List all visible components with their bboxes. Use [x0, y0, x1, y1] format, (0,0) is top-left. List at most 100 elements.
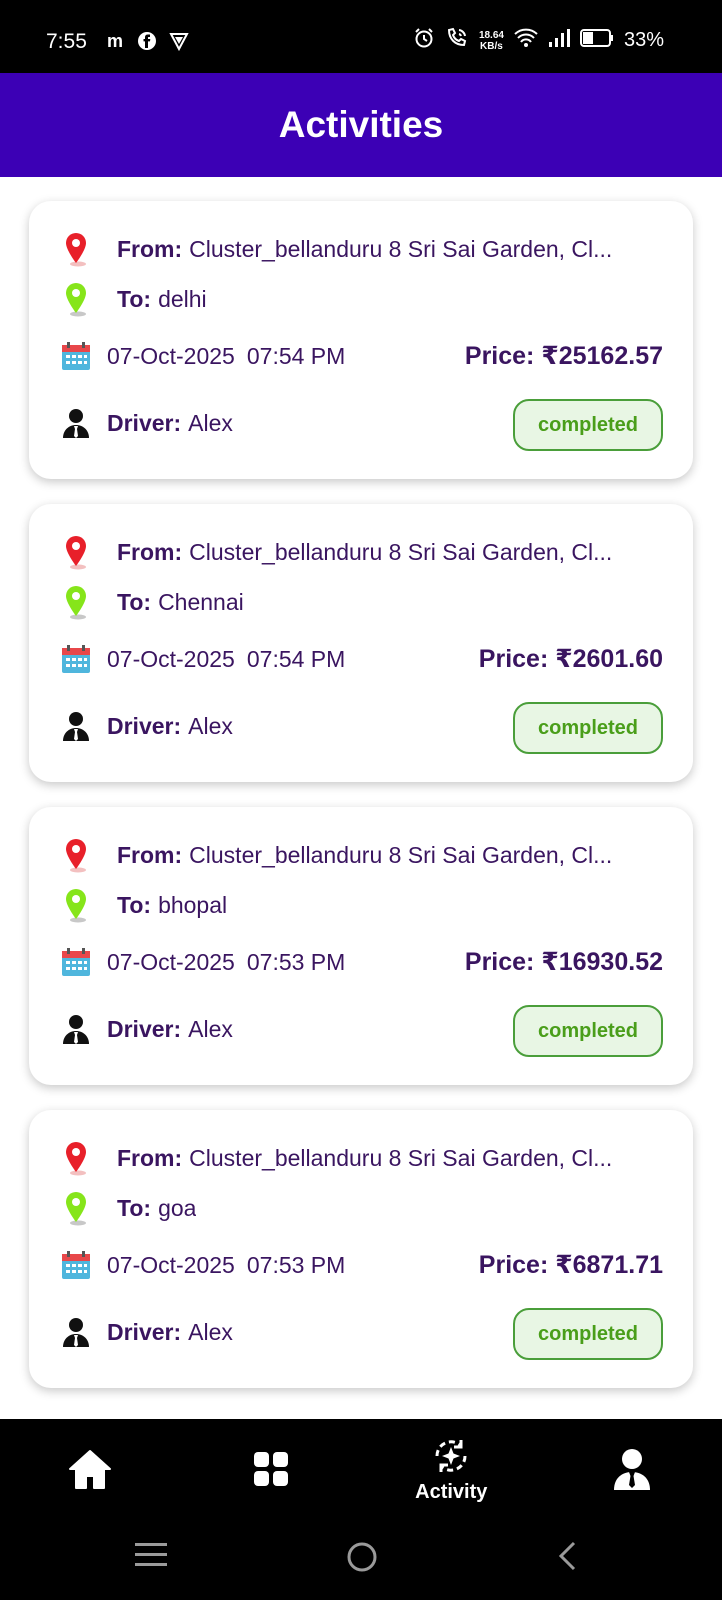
network-speed-unit: KB/s [480, 40, 503, 52]
pickup-pin-icon [66, 1142, 86, 1176]
to-destination: delhi [158, 285, 207, 312]
activity-list[interactable]: From: Cluster_bellanduru 8 Sri Sai Garde… [0, 177, 722, 1419]
from-label: From: [117, 235, 183, 262]
activity-card[interactable]: From: Cluster_bellanduru 8 Sri Sai Garde… [29, 807, 693, 1085]
driver-row: Driver: Alex [61, 1316, 233, 1348]
nav-home[interactable] [0, 1419, 181, 1519]
driver-label: Driver: [107, 409, 182, 436]
driver-name: Alex [188, 1015, 233, 1042]
from-row: From: Cluster_bellanduru 8 Sri Sai Garde… [61, 231, 661, 267]
grid-icon [253, 1452, 288, 1486]
pickup-pin-icon [66, 233, 86, 267]
activity-date: 07-Oct-2025 [107, 645, 235, 672]
to-row: To: delhi [61, 281, 207, 317]
price-label: Price: [464, 342, 535, 370]
home-icon [69, 1450, 112, 1489]
m-app-icon: m [106, 30, 123, 51]
driver-label: Driver: [107, 712, 182, 739]
date-row: 07-Oct-2025 07:53 PM [61, 1250, 345, 1280]
nav-activity[interactable]: Activity [361, 1419, 542, 1519]
battery-icon [579, 29, 614, 52]
price-value: ₹25162.57 [541, 342, 663, 370]
from-label: From: [117, 538, 183, 565]
activity-date: 07-Oct-2025 [107, 342, 235, 369]
status-bar: 7:55 m 18.64 KB/s 33% [0, 0, 722, 73]
activity-card[interactable]: From: Cluster_bellanduru 8 Sri Sai Garde… [29, 1110, 693, 1388]
price-value: ₹2601.60 [555, 645, 663, 673]
price-value: ₹6871.71 [555, 1251, 663, 1279]
from-address: Cluster_bellanduru 8 Sri Sai Garden, Cl.… [189, 1144, 613, 1171]
to-destination: Chennai [158, 588, 244, 615]
date-row: 07-Oct-2025 07:53 PM [61, 947, 345, 977]
price: Price: ₹25162.57 [465, 341, 663, 371]
to-row: To: Chennai [61, 584, 244, 620]
system-status-icons: 18.64 KB/s 33% [413, 27, 664, 54]
driver-name: Alex [188, 712, 233, 739]
to-label: To: [117, 285, 152, 312]
nav-activity-label: Activity [415, 1480, 488, 1503]
activity-card[interactable]: From: Cluster_bellanduru 8 Sri Sai Garde… [29, 504, 693, 782]
activity-card[interactable]: From: Cluster_bellanduru 8 Sri Sai Garde… [29, 201, 693, 479]
back-icon[interactable] [556, 1541, 578, 1571]
to-label: To: [117, 891, 152, 918]
to-row: To: goa [61, 1190, 196, 1226]
date-row: 07-Oct-2025 07:54 PM [61, 644, 345, 674]
activity-date: 07-Oct-2025 [107, 1251, 235, 1278]
from-row: From: Cluster_bellanduru 8 Sri Sai Garde… [61, 1140, 661, 1176]
driver-label: Driver: [107, 1015, 182, 1042]
facebook-icon [136, 30, 158, 52]
recents-icon[interactable] [134, 1541, 168, 1569]
pickup-pin-icon [66, 536, 86, 570]
to-destination: goa [158, 1194, 197, 1221]
from-address: Cluster_bellanduru 8 Sri Sai Garden, Cl.… [189, 841, 613, 868]
price-label: Price: [464, 948, 535, 976]
to-row: To: bhopal [61, 887, 227, 923]
from-label: From: [117, 841, 183, 868]
drop-pin-icon [66, 586, 86, 620]
bottom-nav: Activity [0, 1419, 722, 1519]
activity-date: 07-Oct-2025 [107, 948, 235, 975]
calendar-icon [62, 1251, 90, 1279]
from-row: From: Cluster_bellanduru 8 Sri Sai Garde… [61, 534, 661, 570]
status-badge: completed [513, 1308, 663, 1360]
price: Price: ₹6871.71 [479, 1250, 663, 1280]
nav-services[interactable] [181, 1419, 362, 1519]
notification-icons: m [104, 30, 190, 52]
to-label: To: [117, 588, 152, 615]
driver-name: Alex [188, 409, 233, 436]
activity-time: 07:53 PM [246, 948, 346, 975]
calendar-icon [62, 342, 90, 370]
wifi-call-icon [445, 27, 469, 54]
driver-row: Driver: Alex [61, 1013, 233, 1045]
from-row: From: Cluster_bellanduru 8 Sri Sai Garde… [61, 837, 661, 873]
driver-icon [63, 1015, 89, 1044]
page-title: Activities [278, 104, 444, 145]
battery-percent: 33% [623, 29, 664, 51]
wifi-icon [514, 28, 538, 53]
network-speed-value: 18.64 [478, 29, 504, 41]
calendar-icon [62, 645, 90, 673]
price-label: Price: [478, 645, 549, 673]
from-address: Cluster_bellanduru 8 Sri Sai Garden, Cl.… [189, 538, 613, 565]
drop-pin-icon [66, 1192, 86, 1226]
pickup-pin-icon [66, 839, 86, 873]
from-label: From: [117, 1144, 183, 1171]
driver-label: Driver: [107, 1318, 182, 1345]
signal-icon [548, 28, 570, 53]
account-icon [613, 1449, 650, 1490]
price-value: ₹16930.52 [541, 948, 663, 976]
driver-row: Driver: Alex [61, 407, 233, 439]
calendar-icon [62, 948, 90, 976]
drop-pin-icon [66, 283, 86, 317]
date-row: 07-Oct-2025 07:54 PM [61, 341, 345, 371]
price: Price: ₹2601.60 [479, 644, 663, 674]
network-speed: 18.64 KB/s [479, 30, 504, 52]
status-badge: completed [513, 1005, 663, 1057]
drop-pin-icon [66, 889, 86, 923]
status-badge: completed [513, 702, 663, 754]
from-address: Cluster_bellanduru 8 Sri Sai Garden, Cl.… [189, 235, 613, 262]
home-circle-icon[interactable] [346, 1541, 378, 1573]
activity-time: 07:54 PM [246, 645, 346, 672]
nav-account[interactable] [542, 1419, 722, 1519]
driver-name: Alex [188, 1318, 233, 1345]
